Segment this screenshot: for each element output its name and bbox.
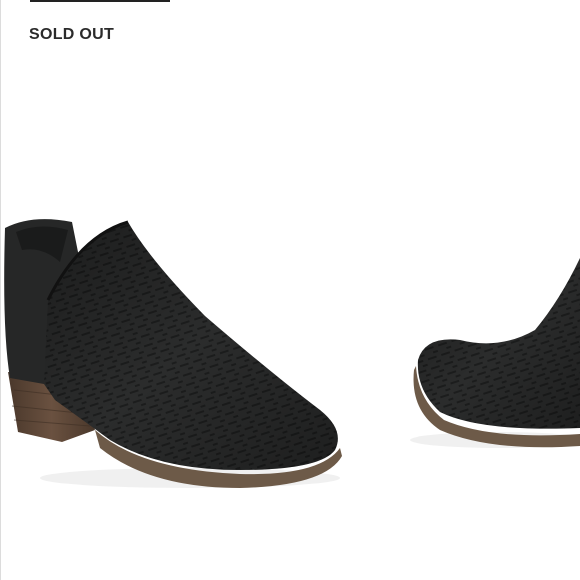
left-boot — [4, 219, 342, 488]
right-boot — [410, 258, 580, 448]
product-photo — [4, 219, 580, 488]
